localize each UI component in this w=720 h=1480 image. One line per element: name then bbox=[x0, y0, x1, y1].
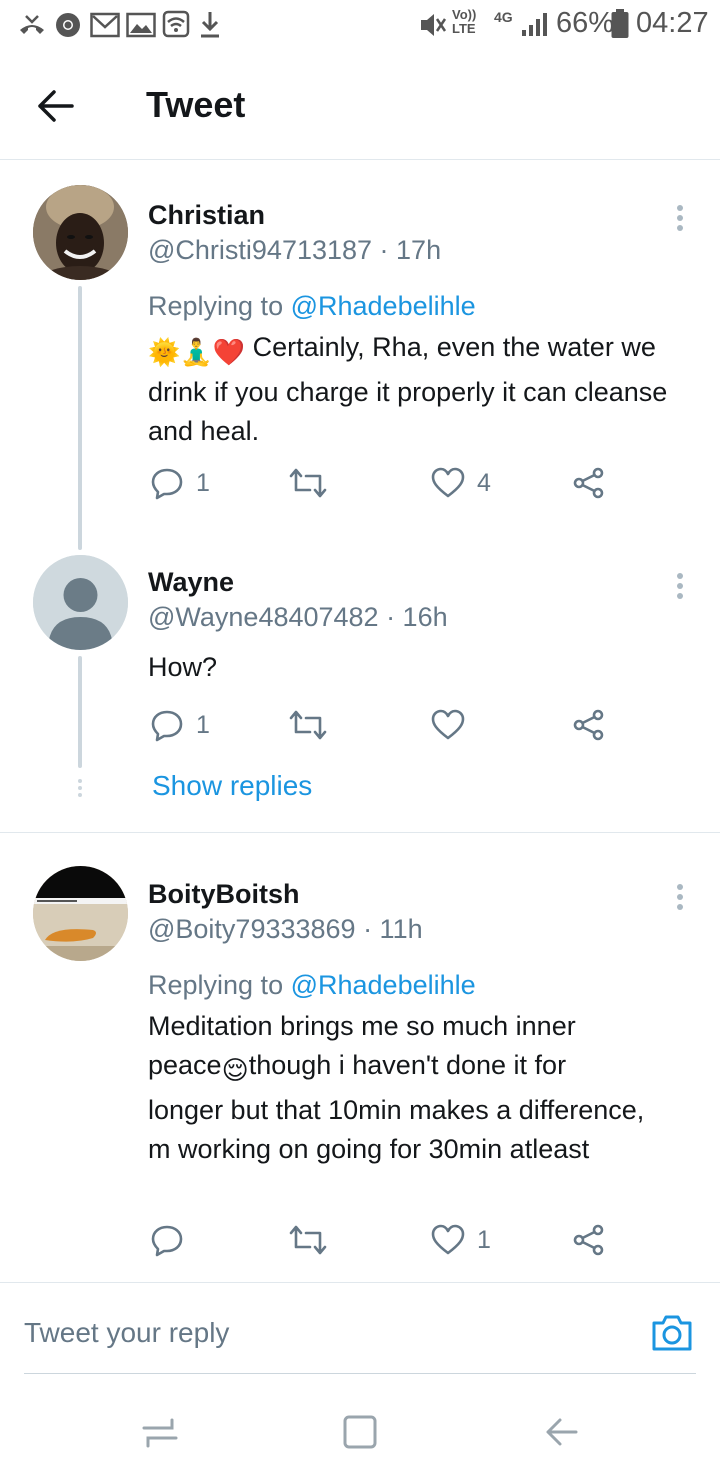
download-icon bbox=[201, 12, 219, 38]
share-button[interactable] bbox=[572, 703, 606, 747]
battery-percent: 66% bbox=[556, 7, 615, 39]
share-button[interactable] bbox=[572, 1218, 606, 1262]
reply-icon bbox=[151, 710, 183, 742]
tweet-christian[interactable]: Christian @Christi94713187 · 17h Replyin… bbox=[0, 160, 720, 550]
clock: 04:27 bbox=[636, 7, 709, 39]
gallery-icon bbox=[126, 12, 156, 38]
like-button[interactable] bbox=[431, 703, 477, 747]
replying-to: Replying to @Rhadebelihle bbox=[148, 291, 476, 321]
header: Tweet bbox=[0, 50, 720, 160]
mention-link[interactable]: @Rhadebelihle bbox=[291, 291, 476, 321]
user-handle: @Christi94713187 · 17h bbox=[148, 235, 442, 265]
relieved-face-emoji: 😌 bbox=[221, 1056, 249, 1086]
tweet-emojis: 🌞🧘‍♂️❤️ bbox=[148, 338, 246, 368]
avatar-photo bbox=[33, 185, 128, 280]
status-bar: Vo)) LTE 4G 66% 04:27 bbox=[0, 0, 720, 50]
retweet-button[interactable] bbox=[288, 1218, 340, 1262]
retweet-button[interactable] bbox=[288, 461, 340, 505]
share-button[interactable] bbox=[572, 461, 606, 505]
reply-icon bbox=[151, 1225, 183, 1257]
more-options-icon[interactable] bbox=[666, 198, 694, 238]
tweet-text: Meditation brings me so much inner peace… bbox=[148, 1011, 645, 1164]
system-nav-bar bbox=[0, 1382, 720, 1480]
mute-icon bbox=[421, 14, 447, 36]
like-button[interactable]: 1 bbox=[431, 1218, 491, 1262]
share-icon bbox=[573, 709, 604, 741]
reply-count: 1 bbox=[196, 468, 210, 497]
reply-button[interactable] bbox=[150, 1218, 196, 1262]
default-avatar-icon bbox=[33, 555, 128, 650]
avatar[interactable] bbox=[33, 555, 128, 650]
like-button[interactable]: 4 bbox=[431, 461, 491, 505]
user-name[interactable]: Wayne bbox=[148, 567, 234, 598]
retweet-icon bbox=[289, 710, 327, 740]
recent-apps-icon[interactable] bbox=[140, 1412, 180, 1452]
user-handle: @Wayne48407482 · 16h bbox=[148, 602, 448, 632]
mention-link[interactable]: @Rhadebelihle bbox=[291, 970, 476, 1000]
reply-input-underline bbox=[24, 1373, 696, 1374]
tweet-text: 🌞🧘‍♂️❤️ Certainly, Rha, even the water w… bbox=[148, 332, 668, 446]
avatar-photo bbox=[33, 866, 128, 961]
gmail-icon bbox=[90, 12, 120, 38]
show-replies-link[interactable]: Show replies bbox=[152, 770, 312, 802]
user-handle: @Boity79333869 · 11h bbox=[148, 914, 423, 944]
heart-icon bbox=[431, 709, 465, 740]
battery-icon bbox=[611, 9, 629, 38]
more-options-icon[interactable] bbox=[666, 877, 694, 917]
retweet-button[interactable] bbox=[288, 703, 340, 747]
missed-call-icon bbox=[20, 15, 44, 34]
reply-input[interactable]: Tweet your reply bbox=[24, 1317, 229, 1349]
back-nav-icon[interactable] bbox=[542, 1412, 582, 1452]
heart-icon bbox=[431, 1224, 465, 1255]
user-name[interactable]: BoityBoitsh bbox=[148, 879, 300, 910]
user-name[interactable]: Christian bbox=[148, 200, 265, 231]
thread-line bbox=[78, 656, 82, 768]
reply-composer: Tweet your reply bbox=[0, 1282, 720, 1382]
reply-button[interactable]: 1 bbox=[150, 461, 210, 505]
signal-icon bbox=[522, 13, 547, 36]
thread-line bbox=[78, 286, 82, 550]
tweet-actions: 1 4 bbox=[148, 461, 628, 505]
thread-dots-icon bbox=[78, 779, 82, 797]
like-count: 4 bbox=[477, 468, 491, 497]
tweet-actions: 1 bbox=[148, 703, 628, 747]
volte-label: Vo)) LTE bbox=[452, 7, 477, 36]
share-icon bbox=[573, 467, 604, 499]
network-type: 4G bbox=[494, 9, 513, 25]
tweet-wayne[interactable]: Wayne @Wayne48407482 · 16h How? 1 bbox=[0, 550, 720, 830]
wifi-lock-icon bbox=[162, 10, 190, 38]
reply-icon bbox=[151, 468, 183, 500]
home-icon[interactable] bbox=[340, 1412, 380, 1452]
retweet-icon bbox=[289, 1225, 327, 1255]
page-title: Tweet bbox=[146, 84, 246, 125]
replying-to: Replying to @Rhadebelihle bbox=[148, 970, 476, 1000]
arrow-left-icon[interactable] bbox=[36, 86, 76, 126]
camera-icon[interactable] bbox=[650, 1311, 694, 1355]
avatar[interactable] bbox=[33, 185, 128, 280]
tweet-actions: 1 bbox=[148, 1218, 628, 1262]
tweet-text: How? bbox=[148, 652, 218, 682]
chrome-icon bbox=[56, 13, 80, 37]
heart-icon bbox=[431, 467, 465, 498]
reply-button[interactable]: 1 bbox=[150, 703, 210, 747]
more-options-icon[interactable] bbox=[666, 566, 694, 606]
retweet-icon bbox=[289, 468, 327, 498]
tweet-boityboitsh[interactable]: BoityBoitsh @Boity79333869 · 11h Replyin… bbox=[0, 833, 720, 1281]
avatar[interactable] bbox=[33, 866, 128, 961]
like-count: 1 bbox=[477, 1225, 491, 1254]
reply-count: 1 bbox=[196, 710, 210, 739]
share-icon bbox=[573, 1224, 604, 1256]
